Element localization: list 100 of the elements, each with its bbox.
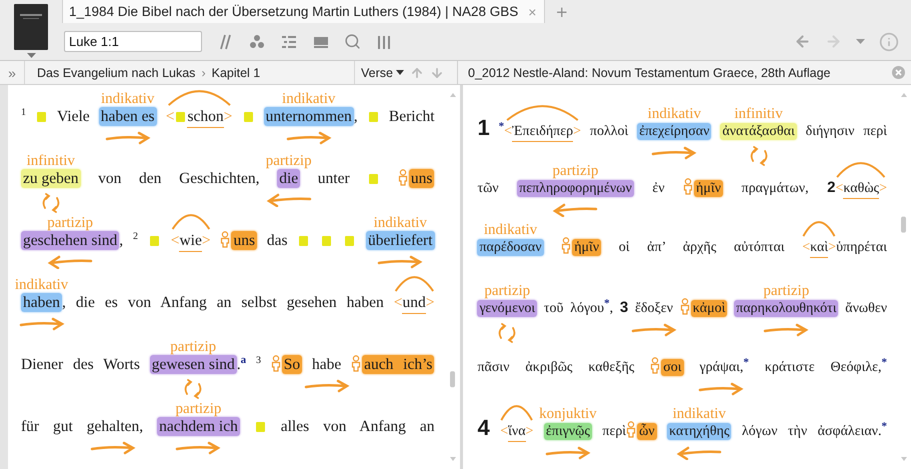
highlighted-word: ἡμῖν (694, 180, 723, 197)
footnote-mark[interactable]: * (882, 420, 888, 432)
verse-number: 1 (477, 115, 490, 140)
arc-icon (835, 160, 887, 178)
close-icon[interactable] (892, 66, 905, 79)
verse-number: 2 (827, 179, 836, 196)
search-icon[interactable] (344, 33, 361, 50)
bible-text: habe (312, 356, 342, 373)
bible-text: für gut (21, 418, 73, 435)
arc-icon (170, 212, 211, 230)
grammar-label: indikativ (374, 215, 427, 231)
verse-menu[interactable]: Verse (361, 66, 404, 80)
highlighted-word: ἐπεχείρησαν (637, 123, 712, 140)
bible-text: ἐν (652, 181, 665, 196)
up-arrow-icon[interactable] (410, 66, 424, 80)
highlighted-word: κατηχήθης (667, 423, 732, 440)
document-tab[interactable]: 1_1984 Die Bibel nach der Übersetzung Martin Luthers (1984) | NA28 GBS × (62, 0, 546, 23)
note-icon[interactable] (322, 236, 332, 246)
highlighted-word: ἀνατάξασθαι (720, 123, 797, 140)
bracket: > (202, 232, 211, 249)
conjunction-word: schon (187, 108, 224, 128)
bracket: > (526, 424, 534, 439)
bible-text: πραγμάτων, (742, 181, 809, 196)
highlighted-word: uns (231, 231, 258, 250)
grammar-label: partizip (47, 215, 94, 231)
bible-text: περὶ (602, 424, 626, 439)
conjunction-word: wie (179, 232, 202, 252)
note-icon[interactable] (244, 112, 253, 122)
bible-text: das (266, 232, 288, 249)
book-cover-icon[interactable] (14, 4, 48, 50)
collapse-toggle[interactable]: » (0, 61, 25, 84)
bible-text: , (139, 418, 144, 435)
highlighted-word: überliefert (366, 231, 435, 250)
bible-text: . (236, 356, 241, 373)
bible-text: alles von Anfang an (280, 418, 434, 435)
verse-number: 3 (620, 299, 628, 316)
bible-text: Bericht (388, 108, 435, 125)
conjunction-word: καθὼς (843, 181, 880, 199)
footnote-mark[interactable]: * (743, 356, 749, 368)
highlighted-word: So (282, 355, 302, 374)
breadcrumb-separator: › (201, 66, 206, 80)
dots-icon[interactable] (248, 32, 266, 50)
note-icon[interactable] (150, 236, 159, 246)
highlighted-word: σοι (661, 359, 684, 376)
note-icon[interactable] (345, 236, 354, 246)
note-icon[interactable] (256, 422, 265, 432)
bible-text: unter (318, 170, 350, 187)
grammar-label: infinitiv (26, 153, 75, 169)
bible-text: διήγησιν περὶ (806, 124, 888, 139)
highlighted-word: παρέδοσαν (477, 239, 544, 256)
conjunction-word: Ἐπειδήπερ (512, 124, 574, 142)
highlighted-word: πεπληροφορημένων (517, 180, 634, 197)
bracket: < (802, 240, 810, 255)
grammar-label: indikativ (101, 91, 154, 107)
bracket: > (426, 294, 434, 311)
bible-text: von den Geschichten, (98, 170, 260, 187)
note-icon[interactable] (368, 112, 378, 122)
bible-text: , (354, 108, 358, 125)
highlighted-word: παρηκολουθηκότι (734, 300, 838, 317)
verse-number: 1 (21, 106, 26, 118)
back-button[interactable] (794, 33, 811, 50)
highlighted-word: haben es (98, 107, 157, 126)
bible-text: gehalten (86, 418, 140, 435)
bible-text: ἄνωθεν (845, 301, 888, 316)
bible-text: , (610, 301, 614, 316)
grammar-label: partizip (552, 163, 598, 179)
bracket: < (504, 124, 512, 139)
breadcrumb-link[interactable]: Das Evangelium nach Lukas (37, 66, 196, 80)
footnote-mark[interactable]: * (498, 120, 504, 132)
bracket: < (394, 294, 402, 311)
highlighted-word: γενόμενοι (477, 300, 538, 317)
footnote-mark[interactable]: a (240, 354, 246, 366)
note-icon[interactable] (369, 174, 378, 184)
reference-field[interactable]: Luke 1:1 (64, 31, 202, 52)
footnote-mark[interactable]: * (604, 297, 610, 310)
highlighted-word: gewesen sind (150, 355, 237, 374)
bracket: < (170, 232, 180, 249)
highlighted-word: unternommen (264, 107, 354, 126)
caret-icon[interactable] (396, 70, 404, 75)
footnote-mark[interactable]: * (882, 356, 888, 368)
highlighted-word: ὧν (637, 423, 657, 440)
conjunction-word: καὶ (810, 240, 828, 258)
highlighted-word: die (277, 169, 300, 188)
breadcrumb-link[interactable]: Kapitel 1 (212, 66, 260, 80)
bible-text: τοῦ λόγου (544, 301, 604, 316)
grammar-label: indikativ (484, 222, 538, 238)
bible-text: Viele (57, 108, 90, 125)
note-icon[interactable] (37, 112, 46, 122)
bible-text: λόγων τὴν ἀσφάλειαν. (742, 424, 882, 439)
note-icon[interactable] (299, 236, 308, 246)
down-arrow-icon[interactable] (430, 66, 444, 80)
grammar-label: partizip (484, 283, 530, 299)
highlighted-word: ἡμῖν (572, 239, 602, 256)
grammar-label: indikativ (14, 277, 68, 293)
bracket: < (166, 108, 174, 125)
info-icon[interactable] (879, 32, 899, 52)
conjunction-word: und (402, 294, 426, 314)
grammar-label: indikativ (648, 106, 701, 122)
note-icon[interactable] (176, 112, 186, 122)
bracket: < (835, 181, 844, 196)
